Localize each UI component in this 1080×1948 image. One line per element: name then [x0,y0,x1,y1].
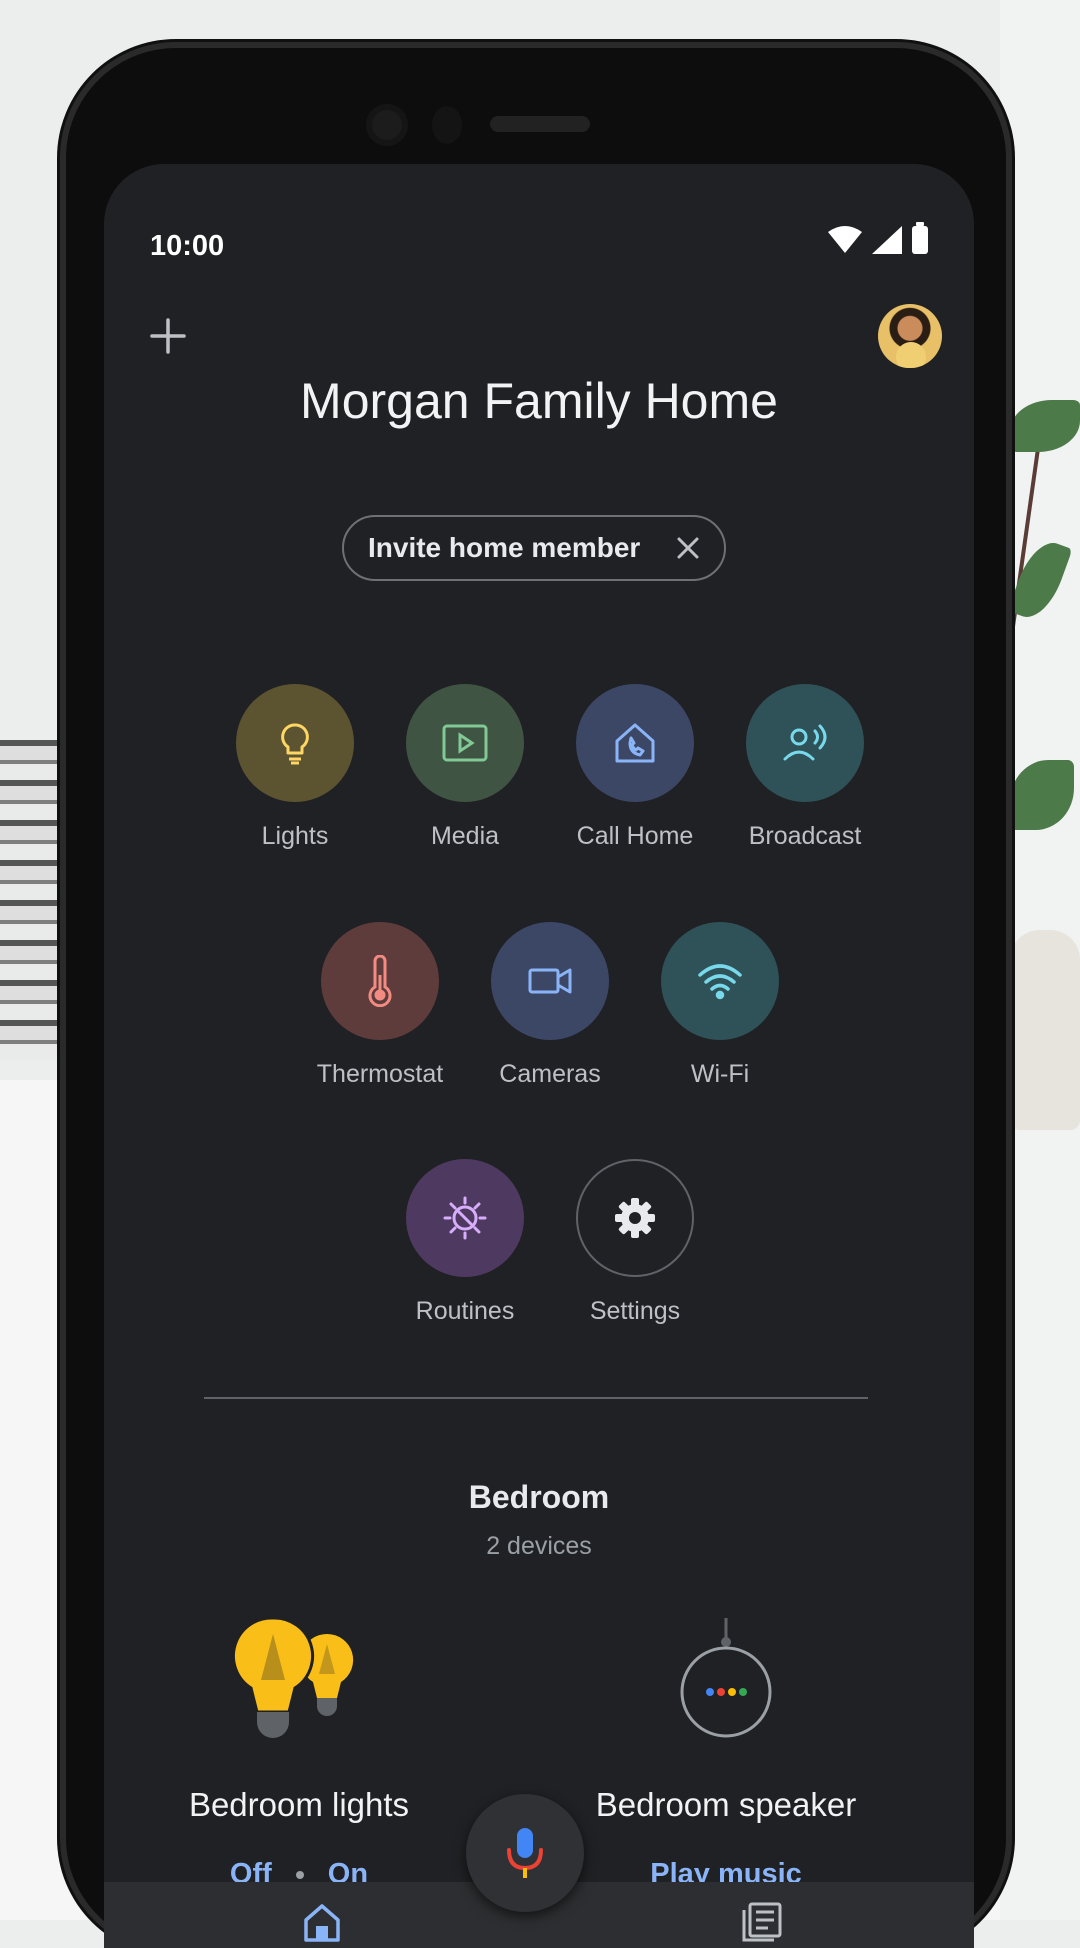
tile-label: Broadcast [748,822,862,850]
invite-home-member-chip[interactable]: Invite home member [342,515,726,581]
vase [1010,930,1080,1130]
broadcast-circle [746,684,864,802]
section-divider [204,1397,868,1399]
wifi-status-icon [828,226,862,253]
status-icons [828,222,928,254]
tile-label: Wi-Fi [690,1060,750,1088]
broadcast-icon [783,724,827,761]
tile-label: Lights [261,822,329,850]
add-button[interactable] [144,312,192,360]
shortcut-routines[interactable]: Routines [380,1159,550,1326]
tile-label: Settings [589,1297,681,1325]
shortcut-media[interactable]: Media [380,684,550,851]
tile-label: Routines [415,1297,515,1325]
device-card-bedroom-lights[interactable]: Bedroom lights Off On [174,1614,424,1891]
wifi-icon [698,964,742,1000]
plus-icon [150,318,186,354]
bulbs-icon [231,1616,354,1738]
wifi-circle [661,922,779,1040]
microphone-icon [507,1828,543,1878]
lights-circle [236,684,354,802]
invite-chip-label: Invite home member [368,532,641,563]
shortcut-call-home[interactable]: Call Home [550,684,720,851]
home-name: Morgan Family Home [300,373,778,429]
earpiece-speaker [490,116,590,132]
shortcut-broadcast[interactable]: Broadcast [720,684,890,851]
call-home-circle [576,684,694,802]
lightbulb-icon [281,723,309,765]
sensor [432,106,462,144]
device-name: Bedroom lights [188,1786,410,1823]
signal-icon [872,226,902,254]
cameras-circle [491,922,609,1040]
gear-icon [615,1198,655,1238]
close-icon[interactable] [674,534,702,562]
status-time: 10:00 [150,230,225,262]
shortcut-thermostat[interactable]: Thermostat [295,922,465,1089]
thermostat-circle [321,922,439,1040]
front-camera [366,104,408,146]
tile-label: Call Home [576,822,694,850]
account-avatar[interactable] [878,304,942,368]
phone-frame: 10:00 Morgan Family Home Invite home mem… [66,48,1006,1948]
feed-icon[interactable] [740,1900,784,1944]
room-title: Bedroom [468,1479,610,1515]
shortcut-cameras[interactable]: Cameras [465,922,635,1089]
tile-label: Thermostat [316,1060,444,1088]
home-icon[interactable] [300,1900,344,1944]
room-device-count: 2 devices [486,1532,592,1560]
tile-label: Cameras [499,1060,601,1088]
media-circle [406,684,524,802]
app-screen: 10:00 Morgan Family Home Invite home mem… [104,164,974,1948]
shortcut-wifi[interactable]: Wi-Fi [635,922,805,1089]
thermometer-icon [368,955,392,1007]
separator-dot [295,1870,304,1879]
camera-icon [528,968,572,994]
book-stack [0,740,70,1060]
shortcut-lights[interactable]: Lights [210,684,380,851]
call-home-icon [615,723,655,763]
speaker-icon [680,1618,772,1738]
tile-label: Media [430,822,500,850]
assistant-mic-button[interactable] [466,1794,584,1912]
media-icon [442,724,488,762]
battery-icon [912,222,928,254]
device-name: Bedroom speaker [595,1786,857,1823]
settings-circle [576,1159,694,1277]
routines-circle [406,1159,524,1277]
shortcut-settings[interactable]: Settings [550,1159,720,1326]
device-card-bedroom-speaker[interactable]: Bedroom speaker Play music [566,1614,886,1891]
routines-icon [443,1196,487,1240]
